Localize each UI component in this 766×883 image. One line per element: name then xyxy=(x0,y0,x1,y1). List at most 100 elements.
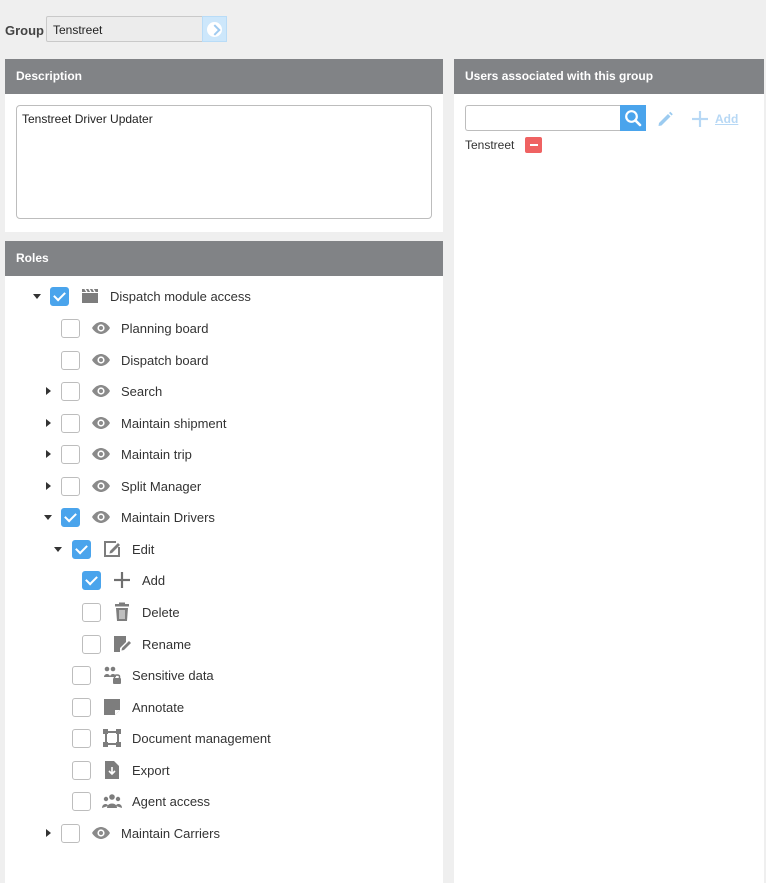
edit-user-button[interactable] xyxy=(654,108,676,130)
role-node-content: Maintain shipment xyxy=(61,413,227,433)
role-label: Maintain Drivers xyxy=(121,509,215,525)
role-label: Agent access xyxy=(132,793,211,809)
role-checkbox[interactable] xyxy=(61,381,80,401)
role-tree-node: Sensitive data xyxy=(5,660,443,690)
role-checkbox[interactable] xyxy=(72,665,91,685)
role-label: Maintain Carriers xyxy=(121,825,220,841)
role-node-content: Agent access xyxy=(72,791,210,811)
role-node-content: Maintain Carriers xyxy=(61,823,220,843)
group-lookup-button[interactable] xyxy=(202,16,227,42)
group-label: Group xyxy=(5,23,44,38)
users-panel: Users associated with this group Add Ten… xyxy=(454,59,764,883)
expand-toggle-icon[interactable] xyxy=(41,826,55,840)
role-label: Split Manager xyxy=(121,478,202,494)
role-tree-node: Add xyxy=(5,565,443,595)
users-header: Users associated with this group xyxy=(454,59,764,94)
eye-icon xyxy=(91,381,111,401)
expand-toggle-icon[interactable] xyxy=(41,416,55,430)
user-search-button[interactable] xyxy=(620,105,646,131)
eye-icon xyxy=(91,413,111,433)
role-node-content: Planning board xyxy=(61,318,208,338)
role-tree-node: Maintain shipment xyxy=(5,408,443,438)
remove-user-button[interactable] xyxy=(525,137,543,153)
role-node-content: Delete xyxy=(82,602,180,622)
group-row: Group Tenstreet xyxy=(0,0,766,58)
role-label: Rename xyxy=(142,636,192,652)
role-checkbox[interactable] xyxy=(82,570,101,590)
role-node-content: Dispatch module access xyxy=(50,286,251,306)
role-label: Maintain trip xyxy=(121,446,192,462)
roles-panel: Roles Dispatch module access Planning boa… xyxy=(5,241,443,883)
role-label: Edit xyxy=(132,541,155,557)
role-tree-node: Export xyxy=(5,755,443,785)
role-checkbox[interactable] xyxy=(72,728,91,748)
role-checkbox[interactable] xyxy=(61,476,80,496)
frame-icon xyxy=(102,728,122,748)
role-node-content: Maintain Drivers xyxy=(61,507,215,527)
role-label: Dispatch module access xyxy=(110,288,251,304)
role-tree-node: Delete xyxy=(5,597,443,627)
role-checkbox[interactable] xyxy=(72,760,91,780)
role-checkbox[interactable] xyxy=(50,286,69,306)
collapse-toggle-icon[interactable] xyxy=(41,510,55,524)
role-node-content: Add xyxy=(82,570,165,590)
description-header: Description xyxy=(5,59,443,94)
role-node-content: Annotate xyxy=(72,697,184,717)
role-label: Sensitive data xyxy=(132,667,214,683)
role-checkbox[interactable] xyxy=(61,823,80,843)
people-lock-icon xyxy=(102,665,122,685)
role-node-content: Sensitive data xyxy=(72,665,214,685)
add-user-label: Add xyxy=(715,112,739,126)
eye-icon xyxy=(91,318,111,338)
collapse-toggle-icon[interactable] xyxy=(30,289,44,303)
role-checkbox[interactable] xyxy=(72,697,91,717)
role-checkbox[interactable] xyxy=(72,539,91,559)
role-node-content: Dispatch board xyxy=(61,350,208,370)
eye-icon xyxy=(91,476,111,496)
role-label: Dispatch board xyxy=(121,352,209,368)
collapse-toggle-icon[interactable] xyxy=(51,542,65,556)
role-checkbox[interactable] xyxy=(61,507,80,527)
role-checkbox[interactable] xyxy=(82,634,101,654)
eye-icon xyxy=(91,350,111,370)
role-tree-node: Planning board xyxy=(5,313,443,343)
role-tree-node: Maintain Drivers xyxy=(5,502,443,532)
role-tree-node: Edit xyxy=(5,534,443,564)
role-tree-node: Split Manager xyxy=(5,471,443,501)
role-tree-node: Search xyxy=(5,376,443,406)
expand-toggle-icon[interactable] xyxy=(41,479,55,493)
role-checkbox[interactable] xyxy=(61,413,80,433)
role-checkbox[interactable] xyxy=(61,318,80,338)
role-checkbox[interactable] xyxy=(82,602,101,622)
role-tree-node: Maintain Carriers xyxy=(5,818,443,848)
description-panel: Description Tenstreet Driver Updater xyxy=(5,59,443,232)
user-search-input[interactable] xyxy=(465,105,621,131)
role-node-content: Edit xyxy=(72,539,154,559)
edit-icon xyxy=(102,539,122,559)
users-icon xyxy=(102,791,122,811)
group-field[interactable]: Tenstreet xyxy=(46,16,203,42)
eye-icon xyxy=(91,507,111,527)
role-checkbox[interactable] xyxy=(61,444,80,464)
plus-icon xyxy=(112,570,132,590)
add-user-button[interactable]: Add xyxy=(690,109,738,129)
role-checkbox[interactable] xyxy=(72,791,91,811)
role-checkbox[interactable] xyxy=(61,350,80,370)
compass-icon xyxy=(207,21,222,37)
role-node-content: Document management xyxy=(72,728,271,748)
role-label: Delete xyxy=(142,604,180,620)
role-label: Document management xyxy=(132,730,271,746)
expand-toggle-icon[interactable] xyxy=(41,384,55,398)
expand-toggle-icon[interactable] xyxy=(41,447,55,461)
role-label: Add xyxy=(142,572,166,588)
sticky-note-icon xyxy=(102,697,122,717)
role-tree-node: Dispatch module access xyxy=(5,281,443,311)
role-label: Planning board xyxy=(121,320,209,336)
role-node-content: Search xyxy=(61,381,162,401)
role-node-content: Maintain trip xyxy=(61,444,192,464)
description-textarea[interactable]: Tenstreet Driver Updater xyxy=(16,105,432,219)
search-icon xyxy=(625,110,642,127)
role-label: Maintain shipment xyxy=(121,415,227,431)
role-tree-node: Maintain trip xyxy=(5,439,443,469)
plus-icon xyxy=(692,111,708,127)
